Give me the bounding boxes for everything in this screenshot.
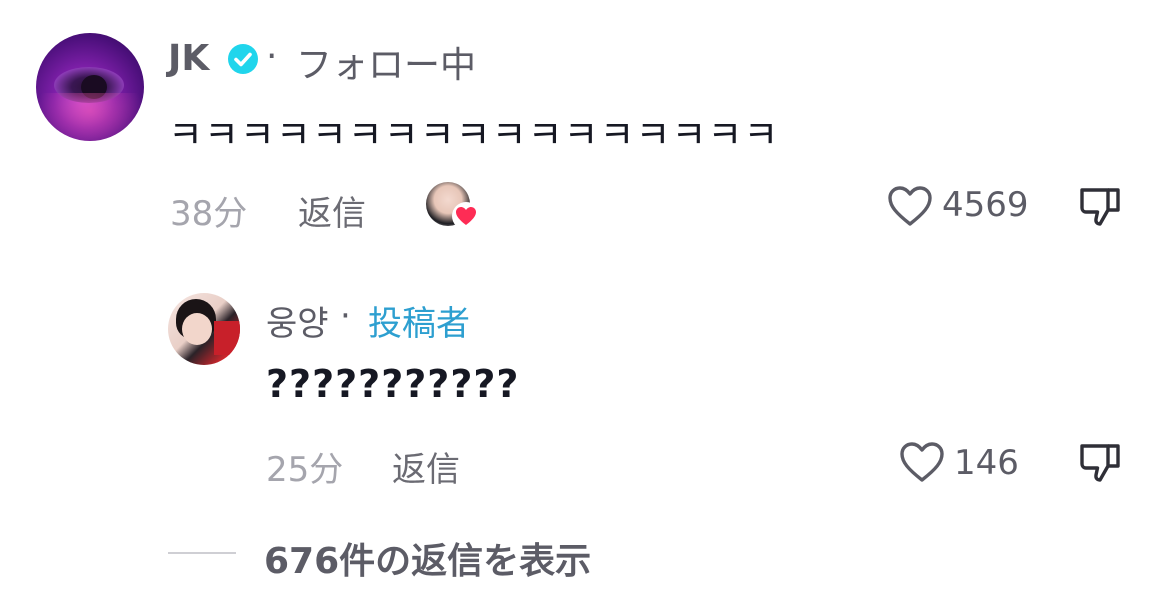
heart-outline-icon[interactable] [898, 440, 946, 484]
author-tag: 投稿者 [368, 304, 470, 344]
reply-button[interactable]: 返信 [298, 186, 366, 235]
reply-button[interactable]: 返信 [392, 442, 460, 491]
thumbs-down-icon[interactable] [1078, 440, 1122, 484]
like-count: 4569 [942, 185, 1029, 225]
separator-dot: · [266, 36, 278, 77]
thumbs-down-icon[interactable] [1078, 184, 1122, 228]
comment-text: ㅋㅋㅋㅋㅋㅋㅋㅋㅋㅋㅋㅋㅋㅋㅋㅋㅋ [168, 113, 780, 157]
reply-username[interactable]: 웅양 [266, 296, 329, 345]
avatar-glow-graphic [36, 93, 144, 141]
like-count: 146 [954, 443, 1019, 483]
view-replies-link[interactable]: 676件の返信を表示 [264, 532, 591, 584]
avatar-face-graphic [182, 313, 212, 345]
commenter-avatar[interactable] [36, 33, 144, 141]
reply-text: ??????????? [266, 362, 520, 406]
heart-outline-icon[interactable] [886, 184, 934, 228]
creator-liked-badge [426, 182, 480, 230]
commenter-username[interactable]: JK [168, 38, 209, 79]
reply-author-avatar[interactable] [168, 293, 240, 365]
divider-line [168, 552, 236, 554]
comment-timestamp: 38分 [170, 194, 248, 234]
avatar-background-graphic [214, 321, 240, 355]
heart-filled-icon [452, 202, 480, 230]
reply-timestamp: 25分 [266, 450, 344, 490]
verified-check-icon [228, 44, 258, 74]
separator-dot: · [340, 296, 351, 336]
follow-status: フォロー中 [296, 45, 477, 86]
